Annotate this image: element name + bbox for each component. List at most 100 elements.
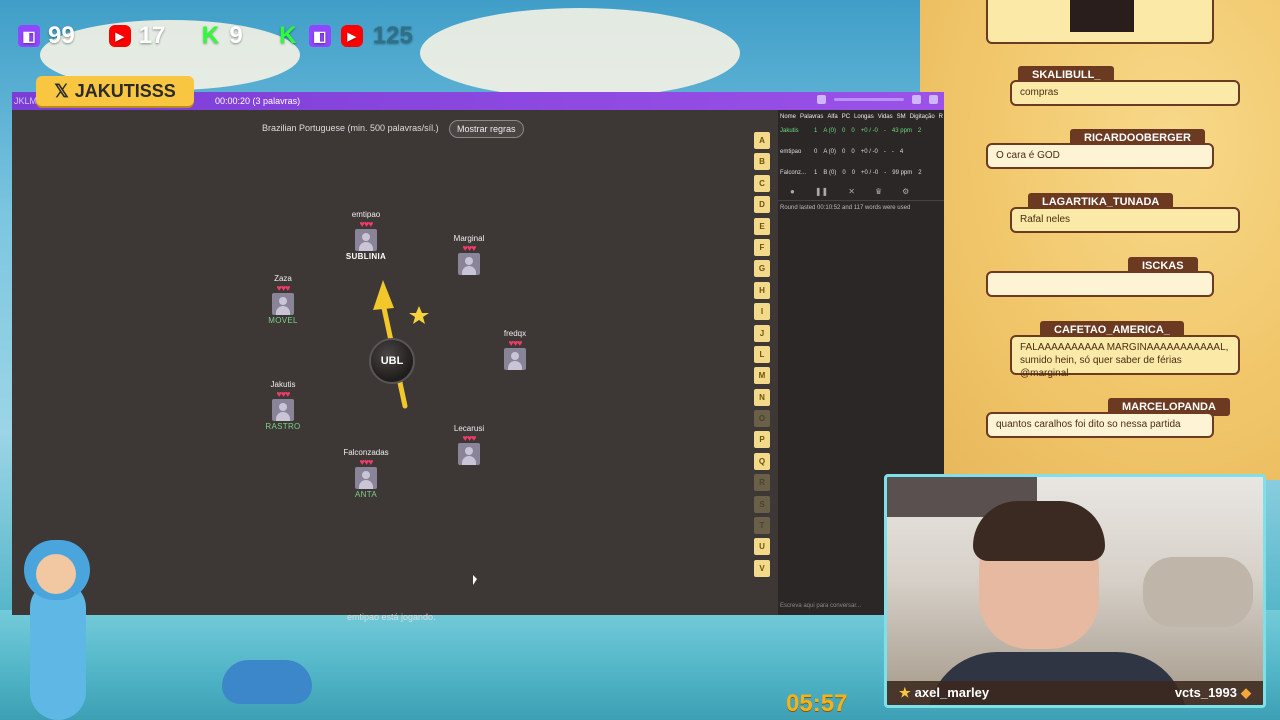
cell: 0 [814, 148, 818, 155]
lives-hearts: ♥♥♥ [276, 283, 290, 293]
twitch-count: 99 [48, 22, 75, 49]
language-info: Brazilian Portuguese (min. 500 palavras/… [262, 123, 439, 133]
chat-message: Rafal neles [1010, 207, 1240, 233]
col-header: Vidas [877, 114, 893, 120]
youtube-icon: ▶ [108, 25, 131, 47]
cell: 1 [814, 169, 818, 176]
right-name-wrap: vcts_1993 ◆ [1175, 685, 1251, 701]
syllable-text: UBL [380, 355, 404, 367]
letter-tile: O [754, 410, 770, 428]
cell: 0 [842, 169, 846, 176]
stat-twitch: ◧ 99 [18, 22, 75, 50]
lives-hearts: ♥♥♥ [462, 433, 476, 443]
col-header: R [938, 114, 943, 120]
viewer-stats: ◧ 99 ▶ 17 K 9 K ◧ ▶ 125 [18, 22, 413, 50]
mascot-character [18, 540, 94, 720]
scoreboard-header: Nome Palavras Alfa PC Longas Vidas SM Di… [778, 110, 944, 120]
cell: - [891, 148, 894, 155]
player-seat: Marginal ♥♥♥ [429, 234, 509, 275]
cell: - [883, 148, 886, 155]
letter-tile: R [754, 474, 770, 492]
turn-status: emtipao está jogando. [347, 612, 436, 622]
fullscreen-icon[interactable] [929, 95, 938, 104]
header-controls [817, 95, 938, 104]
letter-tile: U [754, 538, 770, 556]
cell: 0 [851, 127, 855, 134]
cell: +0 / -0 [860, 148, 878, 155]
player-word: SUBLINIA [345, 252, 387, 261]
top-cam-feed [1070, 0, 1134, 32]
lives-hearts: ♥♥♥ [359, 219, 373, 229]
mascot-body [30, 580, 86, 720]
player-avatar [458, 443, 480, 465]
cell: - [883, 127, 886, 134]
letter-tile: S [754, 495, 770, 513]
kick-player-icon[interactable]: ✕ [848, 187, 855, 196]
stream-clock: 05:57 [786, 690, 848, 717]
player-avatar [355, 229, 377, 251]
volume-slider[interactable] [834, 98, 904, 101]
col-header: Palavras [800, 114, 824, 120]
player-word: ANTA [355, 490, 377, 499]
player-avatar [458, 253, 480, 275]
cell: 0 [851, 148, 855, 155]
gear-icon[interactable]: ⚙ [902, 187, 909, 196]
eye-icon[interactable]: ● [790, 187, 795, 196]
cell: 1 [814, 127, 818, 134]
bomb-syllable: UBL [369, 338, 415, 384]
mascot-face [36, 554, 76, 594]
col-header: SM [896, 114, 906, 120]
show-rules-button[interactable]: Mostrar regras [449, 120, 524, 138]
twitch-icon: ◧ [308, 25, 331, 47]
left-name: axel_marley [914, 685, 990, 700]
kick-icon: K [279, 22, 297, 49]
fish-decoration [222, 660, 312, 704]
letter-tile: D [754, 196, 770, 214]
player-avatar [504, 348, 526, 370]
crown-icon[interactable]: ♛ [875, 187, 882, 196]
table-row: Jakutis 1 A (0) 0 0 +0 / -0 - 43 ppm 2 [778, 120, 944, 141]
letter-tile: P [754, 431, 770, 449]
top-cam-frame [986, 0, 1214, 44]
game-board: Brazilian Portuguese (min. 500 palavras/… [12, 110, 778, 622]
chat-toolbar: ● ❚❚ ✕ ♛ ⚙ [778, 183, 944, 201]
lives-hearts: ♥♥♥ [276, 389, 290, 399]
kick-icon: K [201, 22, 220, 49]
letter-tile: F [754, 238, 770, 256]
player-avatar [272, 293, 294, 315]
cell: +0 / -0 [860, 127, 878, 134]
cell: 0 [842, 127, 846, 134]
letter-tile: M [754, 367, 770, 385]
letter-tile: A [754, 132, 770, 149]
cell: 99 ppm [892, 169, 913, 176]
letter-tile: Q [754, 452, 770, 470]
settings-icon[interactable] [912, 95, 921, 104]
webcam-hair [973, 501, 1105, 561]
pause-icon[interactable]: ❚❚ [815, 187, 828, 196]
letter-tile: T [754, 517, 770, 535]
row-name: Jakutis [780, 127, 799, 134]
letter-tile: C [754, 174, 770, 192]
round-timer: 00:00:20 (3 palavras) [215, 96, 301, 106]
stat-kick: K 9 [199, 22, 243, 50]
col-header: Alfa [827, 114, 838, 120]
player-seat: fredqx ♥♥♥ [475, 329, 555, 370]
cell: 4 [899, 148, 904, 155]
right-name: vcts_1993 [1174, 685, 1237, 700]
cell: 2 [917, 127, 922, 134]
youtube-icon: ▶ [340, 25, 363, 47]
player-word: MOVEL [268, 316, 298, 325]
cell: A (0) [823, 148, 837, 155]
letter-tile: J [754, 324, 770, 342]
webcam-pillow [1143, 557, 1253, 627]
cell: 0 [842, 148, 846, 155]
volume-icon[interactable] [817, 95, 826, 104]
letter-tile: N [754, 388, 770, 406]
chat-log-line: Round lasted 00:10:52 and 117 words were… [780, 205, 911, 211]
row-name: emtipao [780, 148, 802, 155]
alphabet-tracker: A B C D E F G H I J L M N O P Q R S T U … [754, 132, 772, 581]
cell: B (0) [823, 169, 837, 176]
player-avatar [355, 467, 377, 489]
webcam-nameplate: ★ axel_marley vcts_1993 ◆ [887, 681, 1263, 705]
letter-tile: L [754, 345, 770, 363]
